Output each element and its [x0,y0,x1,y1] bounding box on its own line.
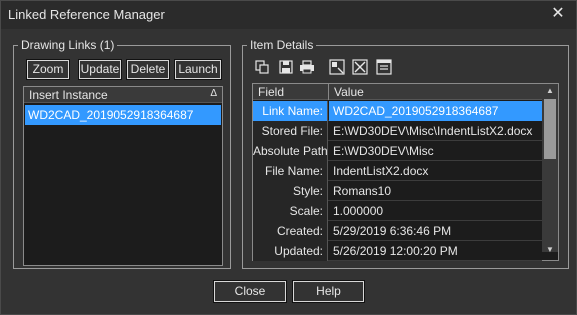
value-cell[interactable]: Romans10 [329,181,542,201]
title-bar: Linked Reference Manager ✕ [1,1,576,29]
table-row[interactable]: Scale: 1.000000 [253,201,542,221]
print-icon[interactable] [299,59,315,75]
insert-instance-header-label: Insert Instance [29,88,108,102]
drawing-links-group: Drawing Links (1) Zoom Update Delete Lau… [13,38,231,269]
scroll-thumb[interactable] [544,99,556,159]
table-row[interactable]: Updated: 5/26/2019 12:00:20 PM [253,241,542,261]
window-title: Linked Reference Manager [8,7,165,22]
field-cell: Style: [253,181,328,201]
scroll-up-icon[interactable]: ▲ [546,86,554,95]
copy-icon[interactable] [254,59,270,75]
table-row[interactable]: Absolute Path: E:\WD30DEV\Misc [253,141,542,161]
field-column-header[interactable]: Field [258,85,284,99]
save-icon[interactable] [278,59,294,75]
value-cell[interactable]: 5/26/2019 12:00:20 PM [329,241,542,261]
field-cell: Absolute Path: [253,141,328,161]
insert-instance-header[interactable]: Insert Instance Δ [24,87,222,103]
list-item[interactable]: WD2CAD_2019052918364687 [25,105,221,125]
value-cell[interactable]: E:\WD30DEV\Misc [329,141,542,161]
dialog-window: Linked Reference Manager ✕ Drawing Links… [0,0,577,315]
drawing-links-legend: Drawing Links (1) [18,38,118,52]
value-cell[interactable]: 1.000000 [329,201,542,221]
field-cell: Updated: [253,241,328,261]
link-icon[interactable] [352,59,368,75]
column-divider [328,84,329,100]
table-row[interactable]: Style: Romans10 [253,181,542,201]
scroll-down-icon[interactable]: ▼ [546,245,554,254]
table-row[interactable]: Created: 5/29/2019 6:36:46 PM [253,221,542,241]
value-cell[interactable]: WD2CAD_2019052918364687 [329,101,542,121]
item-details-legend: Item Details [247,38,317,52]
item-details-grid[interactable]: Field Value Link Name: WD2CAD_20190529183… [252,83,559,261]
value-cell[interactable]: 5/29/2019 6:36:46 PM [329,221,542,241]
launch-button[interactable]: Launch [174,59,222,80]
list-item-label: WD2CAD_2019052918364687 [28,108,194,122]
details-rows: Link Name: WD2CAD_2019052918364687 Stored … [253,101,542,261]
field-cell: Scale: [253,201,328,221]
details-grid-header: Field Value [253,84,542,100]
details-scrollbar[interactable]: ▲ ▼ [542,84,558,254]
table-row[interactable]: Link Name: WD2CAD_2019052918364687 [253,101,542,121]
value-cell[interactable]: E:\WD30DEV\Misc\IndentListX2.docx [329,121,542,141]
table-row[interactable]: File Name: IndentListX2.docx [253,161,542,181]
properties-icon[interactable] [376,59,392,75]
value-column-header[interactable]: Value [334,85,364,99]
table-row[interactable]: Stored File: E:\WD30DEV\Misc\IndentListX2… [253,121,542,141]
insert-instance-list[interactable]: Insert Instance Δ WD2CAD_201905291836468… [23,86,223,266]
delete-button[interactable]: Delete [126,59,170,80]
help-button[interactable]: Help [292,280,365,303]
field-cell: Created: [253,221,328,241]
value-cell[interactable]: IndentListX2.docx [329,161,542,181]
close-button[interactable]: Close [213,280,287,303]
field-cell: Link Name: [253,101,328,121]
zoom-button[interactable]: Zoom [26,59,70,80]
sort-indicator-icon: Δ [210,88,217,99]
field-cell: Stored File: [253,121,328,141]
export-icon[interactable] [329,59,345,75]
field-cell: File Name: [253,161,328,181]
close-window-icon[interactable]: ✕ [548,4,568,24]
update-button[interactable]: Update [78,59,122,80]
